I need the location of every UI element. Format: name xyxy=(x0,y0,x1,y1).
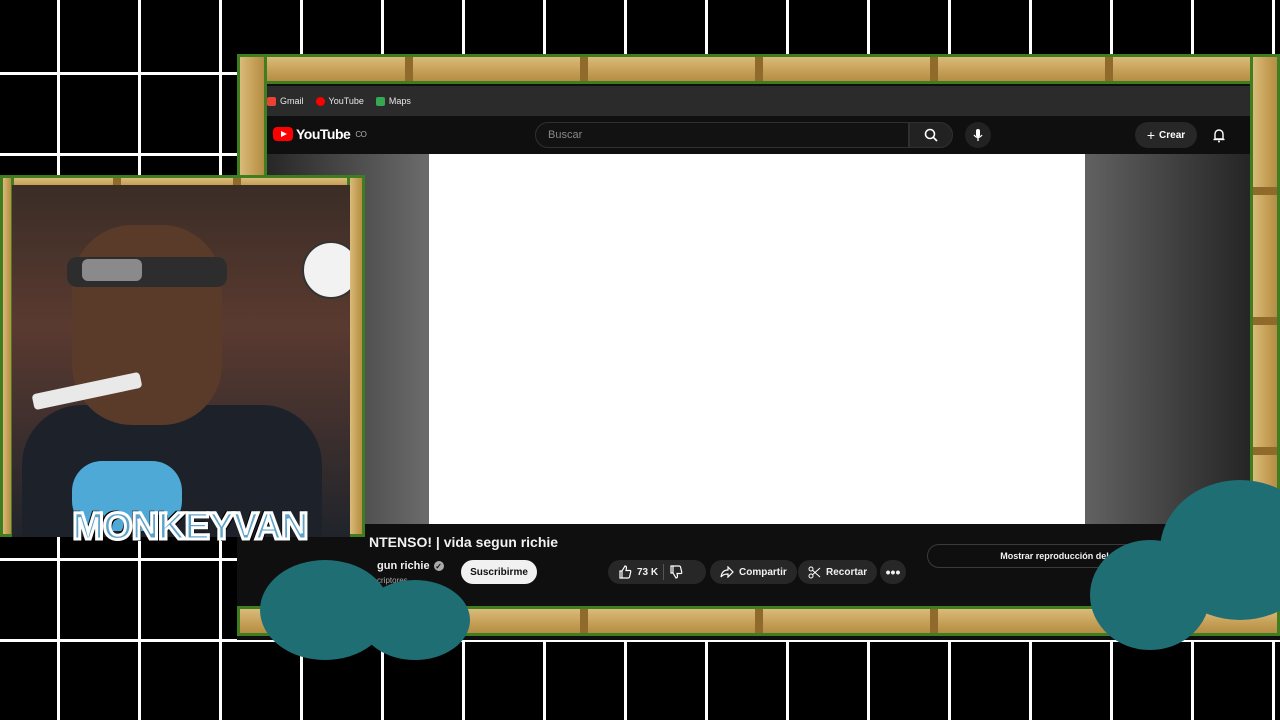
webcam-overlay xyxy=(0,175,365,551)
plus-icon: + xyxy=(1146,127,1156,143)
create-label: Crear xyxy=(1159,129,1186,141)
bamboo-knot xyxy=(1253,447,1277,455)
like-button[interactable]: 73 K xyxy=(608,560,706,584)
clip-button[interactable]: Recortar xyxy=(798,560,878,584)
video-title: NTENSO! | vida segun richie xyxy=(369,534,559,550)
voice-search-button[interactable] xyxy=(965,122,991,148)
bamboo-frame-left xyxy=(237,54,267,184)
verified-icon: ✓ xyxy=(433,561,444,571)
scissors-icon xyxy=(808,566,821,578)
bamboo-knot xyxy=(1105,57,1113,81)
subscribe-button[interactable]: Suscribirme xyxy=(461,560,537,584)
bamboo-knot xyxy=(1253,317,1277,325)
thumbs-down-icon xyxy=(670,565,683,579)
maps-icon xyxy=(375,96,385,106)
bookmark-gmail[interactable]: Gmail xyxy=(267,96,304,106)
bamboo-knot xyxy=(580,57,588,81)
thumbs-up-icon xyxy=(619,565,632,579)
channel-name[interactable]: gun richie ✓ xyxy=(377,560,444,572)
bush-decoration xyxy=(360,580,470,660)
microphone-icon xyxy=(973,129,983,141)
youtube-icon xyxy=(315,96,325,106)
webcam-feed xyxy=(12,185,350,537)
channel-label: gun richie xyxy=(377,560,430,572)
player-background xyxy=(237,154,1280,524)
search-placeholder: Buscar xyxy=(548,129,583,141)
bookmark-label: Maps xyxy=(388,96,411,106)
divider xyxy=(663,564,665,580)
share-label: Compartir xyxy=(739,566,787,578)
brand-logo: MONKEYVAN xyxy=(71,504,310,549)
bamboo-frame-top xyxy=(237,54,1280,84)
gmail-icon xyxy=(267,96,276,106)
share-button[interactable]: Compartir xyxy=(710,560,797,584)
headband-plate xyxy=(82,259,142,281)
bell-icon xyxy=(1213,128,1225,142)
clip-label: Recortar xyxy=(826,566,868,578)
search-button[interactable] xyxy=(909,122,953,148)
bush-decoration xyxy=(1090,540,1210,650)
logo-text: YouTube xyxy=(296,126,351,142)
mascot-decoration xyxy=(302,241,350,299)
youtube-play-icon xyxy=(273,127,293,141)
bamboo-knot xyxy=(755,57,763,81)
notifications-button[interactable] xyxy=(1209,122,1229,148)
stream-canvas: Gmail YouTube Maps YouTube CO Buscar + Cr… xyxy=(0,0,1280,720)
bookmark-label: YouTube xyxy=(328,96,364,106)
more-horizontal-icon: ••• xyxy=(885,564,901,580)
bamboo-frame-right xyxy=(1250,54,1280,534)
more-actions-button[interactable]: ••• xyxy=(880,560,906,584)
youtube-logo[interactable]: YouTube CO xyxy=(273,126,367,142)
bamboo-knot xyxy=(405,57,413,81)
search-icon xyxy=(924,128,938,142)
bamboo-knot xyxy=(755,609,763,633)
like-count: 73 K xyxy=(637,566,659,578)
search-input[interactable]: Buscar xyxy=(535,122,909,148)
youtube-header: YouTube CO Buscar + Crear xyxy=(237,116,1280,154)
bamboo-knot xyxy=(930,609,938,633)
bookmarks-bar: Gmail YouTube Maps xyxy=(237,86,1280,116)
bookmark-label: Gmail xyxy=(280,96,304,106)
bamboo-knot xyxy=(1253,187,1277,195)
bamboo-knot xyxy=(580,609,588,633)
bookmark-maps[interactable]: Maps xyxy=(375,96,411,106)
video-player[interactable] xyxy=(429,154,1085,524)
create-button[interactable]: + Crear xyxy=(1135,122,1197,148)
share-icon xyxy=(720,566,734,578)
logo-country: CO xyxy=(355,129,367,139)
bookmark-youtube[interactable]: YouTube xyxy=(315,96,364,106)
bamboo-knot xyxy=(930,57,938,81)
